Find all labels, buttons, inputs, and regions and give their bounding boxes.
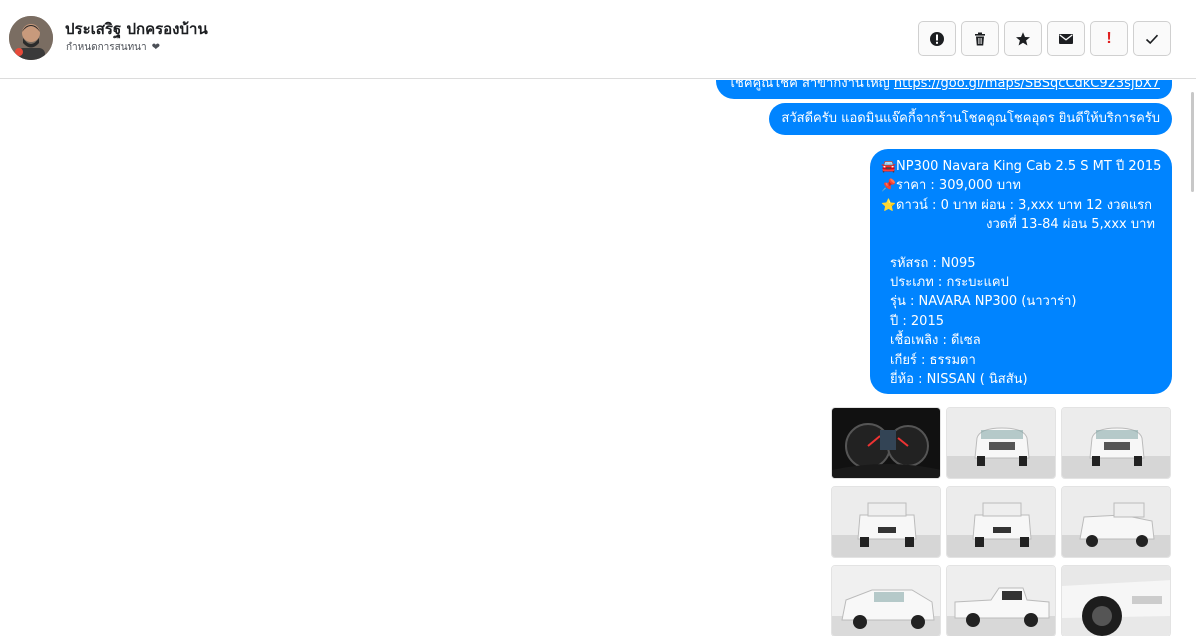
car-icon: 🚘 xyxy=(881,159,896,173)
photo-truck-front-angle xyxy=(832,566,940,636)
photo-thumbnail[interactable] xyxy=(1061,565,1171,636)
photo-grid xyxy=(831,407,1173,636)
star-emoji-icon: ⭐ xyxy=(881,197,896,212)
listing-type: ประเภท : กระบะแคป xyxy=(890,274,1009,290)
contact-name[interactable]: ประเสริฐ ปกครองบ้าน xyxy=(65,17,208,41)
important-button[interactable]: ! xyxy=(1090,21,1128,56)
listing-model: รุ่น : NAVARA NP300 (นาวาร่า) xyxy=(890,294,1077,310)
trash-icon xyxy=(975,32,985,45)
listing-code: รหัสรถ : N095 xyxy=(890,255,976,271)
message-bubble[interactable]: โชคคูณโชค สาขากงานใหญ่ https://goo.gl/ma… xyxy=(716,80,1172,99)
conversation-schedule-label: กำหนดการสนทนา xyxy=(66,42,147,53)
listing-gear: เกียร์ : ธรรมดา xyxy=(890,352,976,368)
map-link[interactable]: https://goo.gl/maps/SBSqcCdkC923sjbX7 xyxy=(894,80,1160,91)
report-button[interactable] xyxy=(918,21,956,56)
action-toolbar: ! xyxy=(918,21,1171,56)
listing-year: ปี : 2015 xyxy=(890,313,944,329)
listing-title: 🚘NP300 Navara King Cab 2.5 S MT ปี 2015 xyxy=(881,159,1162,174)
conversation-schedule[interactable]: กำหนดการสนทนา ❤ xyxy=(66,40,160,55)
mail-button[interactable] xyxy=(1047,21,1085,56)
photo-truck-rear xyxy=(832,487,940,557)
listing-brand: ยี่ห้อ : NISSAN ( นิสสัน) xyxy=(890,371,1028,387)
photo-thumbnail[interactable] xyxy=(831,486,941,558)
mark-done-button[interactable] xyxy=(1133,21,1171,56)
listing-fuel: เชื้อเพลิง : ดีเซล xyxy=(890,333,981,349)
photo-thumbnail[interactable] xyxy=(1061,407,1171,479)
exclamation-icon: ! xyxy=(1106,29,1112,47)
listing-down-payment: ⭐ดาวน์ : 0 บาท ผ่อน : 3,xxx บาท 12 งวดแร… xyxy=(881,197,1153,213)
photo-truck-front xyxy=(947,408,1055,478)
photo-thumbnail[interactable] xyxy=(831,565,941,636)
photo-truck-front xyxy=(1062,408,1170,478)
photo-truck-wheel xyxy=(1062,566,1170,636)
conversation-header: ประเสริฐ ปกครองบ้าน กำหนดการสนทนา ❤ ! xyxy=(0,0,1196,79)
photo-thumbnail[interactable] xyxy=(946,565,1056,636)
message-thread: โชคคูณโชค สาขากงานใหญ่ https://goo.gl/ma… xyxy=(0,80,1196,636)
photo-thumbnail[interactable] xyxy=(831,407,941,479)
delete-button[interactable] xyxy=(961,21,999,56)
scrollbar[interactable] xyxy=(1191,92,1194,192)
photo-thumbnail[interactable] xyxy=(1061,486,1171,558)
alert-circle-icon xyxy=(930,31,944,46)
check-icon xyxy=(1145,34,1159,44)
listing-price: 📌ราคา : 309,000 บาท xyxy=(881,178,1021,194)
heart-icon: ❤ xyxy=(151,42,161,53)
pushpin-icon: 📌 xyxy=(881,178,896,193)
photo-truck-rear-angle xyxy=(1062,487,1170,557)
message-text: สวัสดีครับ แอดมินแจ๊คกี้จากร้านโชคคูณโชค… xyxy=(781,111,1160,126)
photo-truck-rear xyxy=(947,487,1055,557)
photo-truck-side xyxy=(947,566,1055,636)
mail-icon xyxy=(1059,33,1073,44)
photo-dashboard-gauge xyxy=(832,408,940,478)
message-text: โชคคูณโชค สาขากงานใหญ่ xyxy=(728,80,894,91)
star-button[interactable] xyxy=(1004,21,1042,56)
message-bubble[interactable]: สวัสดีครับ แอดมินแจ๊คกี้จากร้านโชคคูณโชค… xyxy=(769,103,1172,135)
avatar[interactable] xyxy=(9,16,53,60)
star-icon xyxy=(1016,31,1030,45)
photo-thumbnail[interactable] xyxy=(946,407,1056,479)
listing-message-bubble[interactable]: 🚘NP300 Navara King Cab 2.5 S MT ปี 2015 … xyxy=(870,149,1172,394)
photo-thumbnail[interactable] xyxy=(946,486,1056,558)
listing-installment: งวดที่ 13-84 ผ่อน 5,xxx บาท xyxy=(986,217,1155,233)
